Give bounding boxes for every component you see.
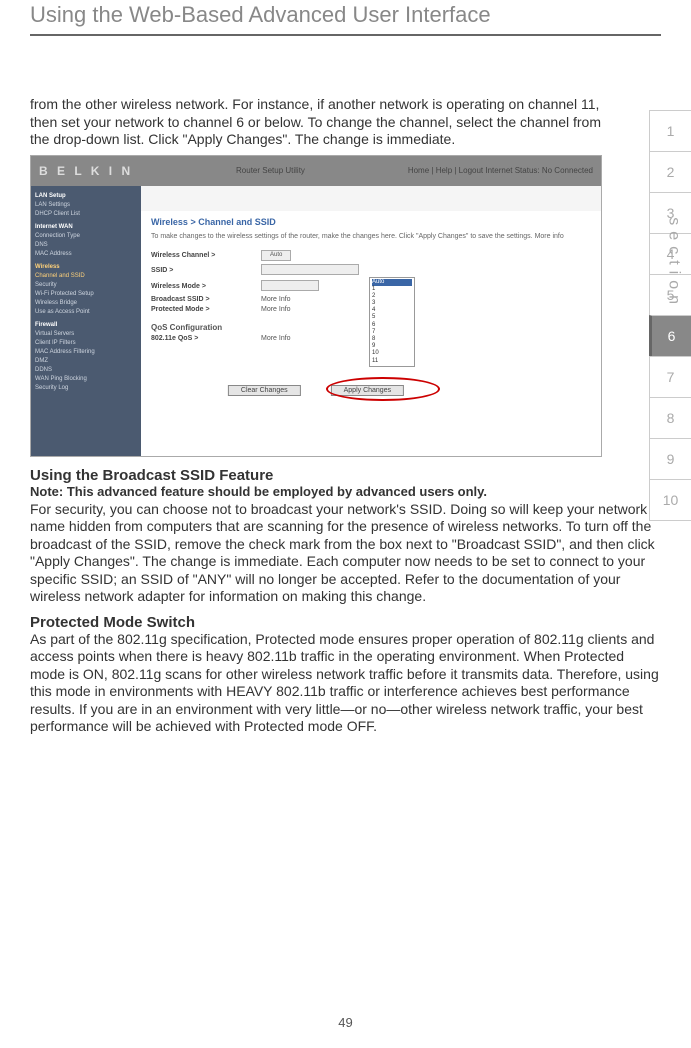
advanced-note: Note: This advanced feature should be em… <box>30 484 661 499</box>
nav-item: Wi-Fi Protected Setup <box>35 290 137 299</box>
nav-item: DNS <box>35 241 137 250</box>
dropdown-option[interactable]: 9 <box>372 343 412 350</box>
nav-item: Security <box>35 281 137 290</box>
top-links: Home | Help | Logout Internet Status: No… <box>408 166 593 175</box>
nav-hdr-wan: Internet WAN <box>35 223 137 232</box>
section-label: section <box>665 217 683 310</box>
channel-select[interactable]: Auto <box>261 250 291 261</box>
nav-item: DHCP Client List <box>35 210 137 219</box>
dropdown-option[interactable]: 10 <box>372 350 412 357</box>
dropdown-option[interactable]: 2 <box>372 293 412 300</box>
dropdown-option[interactable]: 3 <box>372 300 412 307</box>
row-label: Protected Mode > <box>151 306 261 313</box>
row-label: SSID > <box>151 267 261 274</box>
section-tab-7[interactable]: 7 <box>649 356 691 397</box>
nav-item: DDNS <box>35 366 137 375</box>
channel-dropdown-open[interactable]: Auto 1 2 3 4 5 6 7 8 9 10 11 <box>369 277 415 367</box>
brand-logo: B E L K I N <box>39 164 133 178</box>
nav-item: MAC Address Filtering <box>35 348 137 357</box>
router-screenshot: B E L K I N Router Setup Utility Home | … <box>30 155 602 457</box>
dropdown-option[interactable]: 7 <box>372 329 412 336</box>
nav-item: Connection Type <box>35 232 137 241</box>
dropdown-option[interactable]: 8 <box>372 336 412 343</box>
dropdown-option[interactable]: 6 <box>372 322 412 329</box>
page-title: Using the Web-Based Advanced User Interf… <box>30 0 661 28</box>
nav-item: DMZ <box>35 357 137 366</box>
nav-item: Client IP Filters <box>35 339 137 348</box>
mode-select[interactable] <box>261 280 319 291</box>
section-tab-2[interactable]: 2 <box>649 151 691 192</box>
dropdown-option[interactable]: 4 <box>372 307 412 314</box>
breadcrumb: Wireless > Channel and SSID <box>151 217 591 227</box>
hint-text: To make changes to the wireless settings… <box>151 233 591 240</box>
more-link[interactable]: More Info <box>261 335 291 342</box>
section-tab-8[interactable]: 8 <box>649 397 691 438</box>
nav-item: WAN Ping Blocking <box>35 375 137 384</box>
ssid-input[interactable] <box>261 264 359 275</box>
clear-changes-button[interactable]: Clear Changes <box>228 385 301 396</box>
nav-item: LAN Settings <box>35 201 137 210</box>
protected-mode-heading: Protected Mode Switch <box>30 614 661 631</box>
page-number: 49 <box>0 1015 691 1030</box>
left-nav: LAN Setup LAN Settings DHCP Client List … <box>31 186 141 456</box>
dropdown-option[interactable]: Auto <box>372 279 412 286</box>
nav-item: Virtual Servers <box>35 330 137 339</box>
more-link[interactable]: More Info <box>261 296 291 303</box>
nav-item: MAC Address <box>35 250 137 259</box>
broadcast-ssid-heading: Using the Broadcast SSID Feature <box>30 467 661 484</box>
dropdown-option[interactable]: 5 <box>372 314 412 321</box>
nav-item: Wireless Bridge <box>35 299 137 308</box>
apply-changes-button[interactable]: Apply Changes <box>331 385 404 396</box>
nav-item: Security Log <box>35 384 137 393</box>
nav-hdr-wireless: Wireless <box>35 263 137 272</box>
section-tab-6[interactable]: 6 <box>649 315 691 356</box>
utility-title: Router Setup Utility <box>236 166 305 175</box>
section-tab-9[interactable]: 9 <box>649 438 691 479</box>
row-label: Wireless Mode > <box>151 283 261 290</box>
section-tab-1[interactable]: 1 <box>649 110 691 151</box>
protected-mode-paragraph: As part of the 802.11g specification, Pr… <box>30 631 661 736</box>
section-tab-10[interactable]: 10 <box>649 479 691 521</box>
figure-main: Wireless > Channel and SSID To make chan… <box>141 211 601 456</box>
row-label: Wireless Channel > <box>151 252 261 259</box>
title-divider <box>30 34 661 36</box>
row-label: Broadcast SSID > <box>151 296 261 303</box>
intro-paragraph: from the other wireless network. For ins… <box>30 96 606 149</box>
broadcast-ssid-paragraph: For security, you can choose not to broa… <box>30 501 661 606</box>
dropdown-option[interactable]: 11 <box>372 358 412 365</box>
nav-item: Use as Access Point <box>35 308 137 317</box>
section-tabs: 1 2 3 4 5 6 7 8 9 10 <box>649 110 691 521</box>
nav-hdr-firewall: Firewall <box>35 321 137 330</box>
nav-item: Channel and SSID <box>35 272 137 281</box>
dropdown-option[interactable]: 1 <box>372 286 412 293</box>
more-link[interactable]: More Info <box>261 306 291 313</box>
nav-hdr-lan: LAN Setup <box>35 192 137 201</box>
row-label: 802.11e QoS > <box>151 335 261 342</box>
